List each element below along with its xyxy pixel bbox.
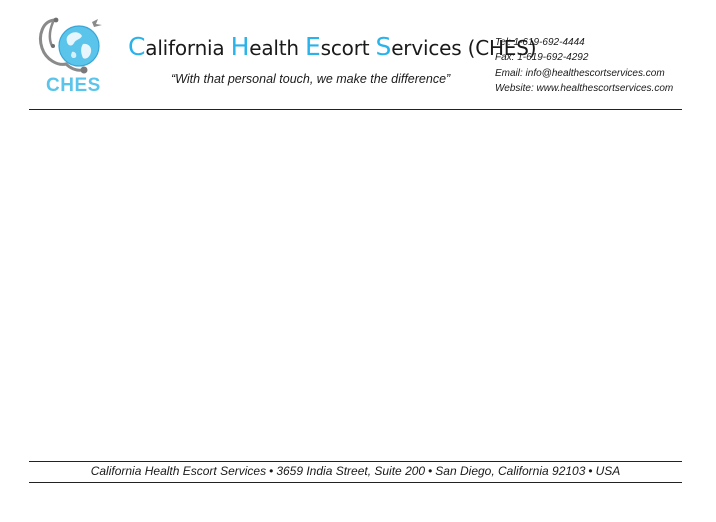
contact-block: Tel: 1-619-692-4444 Fax: 1-619-692-4292 … <box>495 37 673 98</box>
header-divider <box>29 109 682 110</box>
logo-text: CHES <box>46 75 101 96</box>
contact-tel: Tel: 1-619-692-4444 <box>495 37 585 48</box>
footer-separator: • <box>588 464 593 478</box>
company-name: California Health Escort Services (CHES) <box>128 32 537 61</box>
globe-stethoscope-icon <box>39 17 102 74</box>
footer-separator: • <box>269 464 274 478</box>
contact-fax: Fax: 1-619-692-4292 <box>495 52 589 63</box>
footer-address: California Health Escort Services • 3659 I… <box>29 464 682 478</box>
tagline: “With that personal touch, we make the d… <box>171 72 451 86</box>
contact-website[interactable]: Website: www.healthescortservices.com <box>495 83 673 98</box>
footer-company: California Health Escort Services <box>90 464 267 478</box>
footer-divider-bottom <box>29 482 682 483</box>
footer-country: USA <box>595 464 621 478</box>
company-logo: CHES <box>36 16 116 98</box>
company-name-part: Health <box>230 32 306 61</box>
company-name-part: Escort <box>305 32 376 61</box>
contact-email[interactable]: Email: info@healthescortservices.com <box>495 68 673 83</box>
footer-divider-top <box>29 461 682 462</box>
footer-separator: • <box>428 464 433 478</box>
footer-city: San Diego, California 92103 <box>435 464 586 478</box>
letter-body <box>29 112 682 458</box>
company-name-part: California <box>128 32 231 61</box>
footer-street: 3659 India Street, Suite 200 <box>276 464 426 478</box>
